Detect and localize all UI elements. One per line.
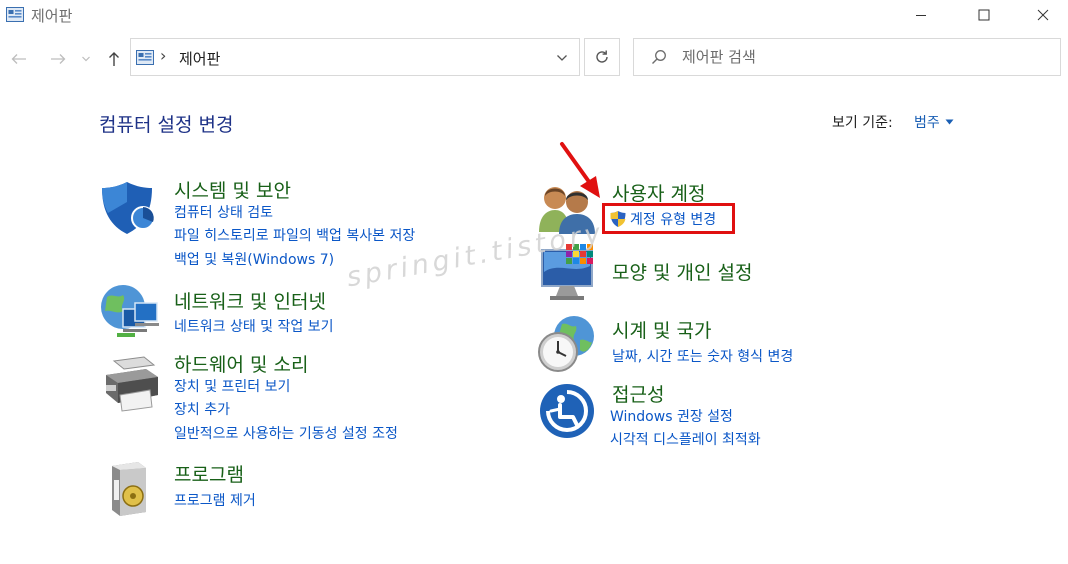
view-by-value[interactable]: 범주 bbox=[914, 112, 940, 132]
address-bar[interactable]: › 제어판 bbox=[130, 38, 580, 76]
printer-icon[interactable] bbox=[100, 355, 162, 413]
control-panel-icon bbox=[6, 7, 24, 22]
view-by-dropdown[interactable]: 범주 bbox=[914, 112, 954, 132]
chevron-down-icon bbox=[557, 55, 567, 61]
category-title-programs[interactable]: 프로그램 bbox=[174, 460, 244, 487]
forward-button[interactable] bbox=[45, 45, 71, 73]
control-panel-icon bbox=[136, 50, 154, 69]
shield-icon[interactable] bbox=[99, 178, 159, 236]
category-title-ease-of-access[interactable]: 접근성 bbox=[612, 380, 664, 407]
back-button[interactable] bbox=[6, 45, 32, 73]
red-arrow-icon bbox=[556, 140, 606, 204]
link-file-history-backup[interactable]: 파일 히스토리로 파일의 백업 복사본 저장 bbox=[174, 225, 415, 245]
link-optimize-visual-display[interactable]: 시각적 디스플레이 최적화 bbox=[610, 429, 761, 449]
refresh-button[interactable] bbox=[584, 38, 620, 76]
arrow-left-icon bbox=[11, 54, 26, 64]
accessibility-icon[interactable] bbox=[539, 383, 595, 439]
breadcrumb-item[interactable]: 제어판 bbox=[179, 48, 220, 69]
address-dropdown-button[interactable] bbox=[551, 49, 573, 67]
page-title: 컴퓨터 설정 변경 bbox=[99, 114, 234, 136]
recent-locations-button[interactable] bbox=[76, 45, 96, 73]
link-devices-printers[interactable]: 장치 및 프린터 보기 bbox=[174, 376, 290, 396]
category-title-user-accounts[interactable]: 사용자 계정 bbox=[612, 179, 705, 206]
link-add-device[interactable]: 장치 추가 bbox=[174, 399, 230, 419]
programs-icon[interactable] bbox=[104, 458, 156, 516]
search-box[interactable] bbox=[633, 38, 1061, 76]
window-title: 제어판 bbox=[31, 7, 73, 25]
link-backup-restore[interactable]: 백업 및 복원(Windows 7) bbox=[174, 249, 334, 269]
search-icon bbox=[651, 49, 667, 69]
network-icon[interactable] bbox=[99, 283, 161, 343]
category-title-appearance[interactable]: 모양 및 개인 설정 bbox=[612, 258, 752, 285]
link-date-time-format[interactable]: 날짜, 시간 또는 숫자 형식 변경 bbox=[612, 346, 793, 366]
link-mobility-settings[interactable]: 일반적으로 사용하는 기동성 설정 조정 bbox=[174, 423, 398, 443]
caret-down-icon bbox=[945, 119, 954, 125]
search-input[interactable] bbox=[682, 39, 1052, 75]
link-uninstall-program[interactable]: 프로그램 제거 bbox=[174, 490, 256, 510]
link-network-status-tasks[interactable]: 네트워크 상태 및 작업 보기 bbox=[174, 316, 333, 336]
arrow-up-icon bbox=[109, 52, 119, 66]
minimize-button[interactable] bbox=[898, 0, 944, 30]
category-title-hardware-sound[interactable]: 하드웨어 및 소리 bbox=[174, 350, 308, 377]
minimize-icon bbox=[916, 15, 926, 16]
maximize-button[interactable] bbox=[961, 0, 1007, 30]
view-by-label: 보기 기준: bbox=[832, 115, 893, 131]
link-review-computer-status[interactable]: 컴퓨터 상태 검토 bbox=[174, 202, 273, 222]
category-title-network-internet[interactable]: 네트워크 및 인터넷 bbox=[174, 287, 326, 314]
maximize-icon bbox=[978, 9, 990, 21]
category-title-clock-region[interactable]: 시계 및 국가 bbox=[612, 316, 711, 343]
up-button[interactable] bbox=[101, 45, 127, 73]
close-icon bbox=[1037, 9, 1049, 21]
highlight-box bbox=[602, 203, 735, 234]
category-title-system-security[interactable]: 시스템 및 보안 bbox=[174, 176, 291, 203]
title-bar: 제어판 bbox=[0, 0, 1068, 30]
link-windows-recommended-settings[interactable]: Windows 권장 설정 bbox=[610, 406, 733, 426]
chevron-down-icon bbox=[82, 56, 90, 62]
breadcrumb-separator[interactable]: › bbox=[160, 46, 166, 65]
clock-globe-icon[interactable] bbox=[536, 314, 598, 374]
close-button[interactable] bbox=[1020, 0, 1066, 30]
arrow-right-icon bbox=[51, 54, 66, 64]
refresh-icon bbox=[596, 50, 608, 63]
